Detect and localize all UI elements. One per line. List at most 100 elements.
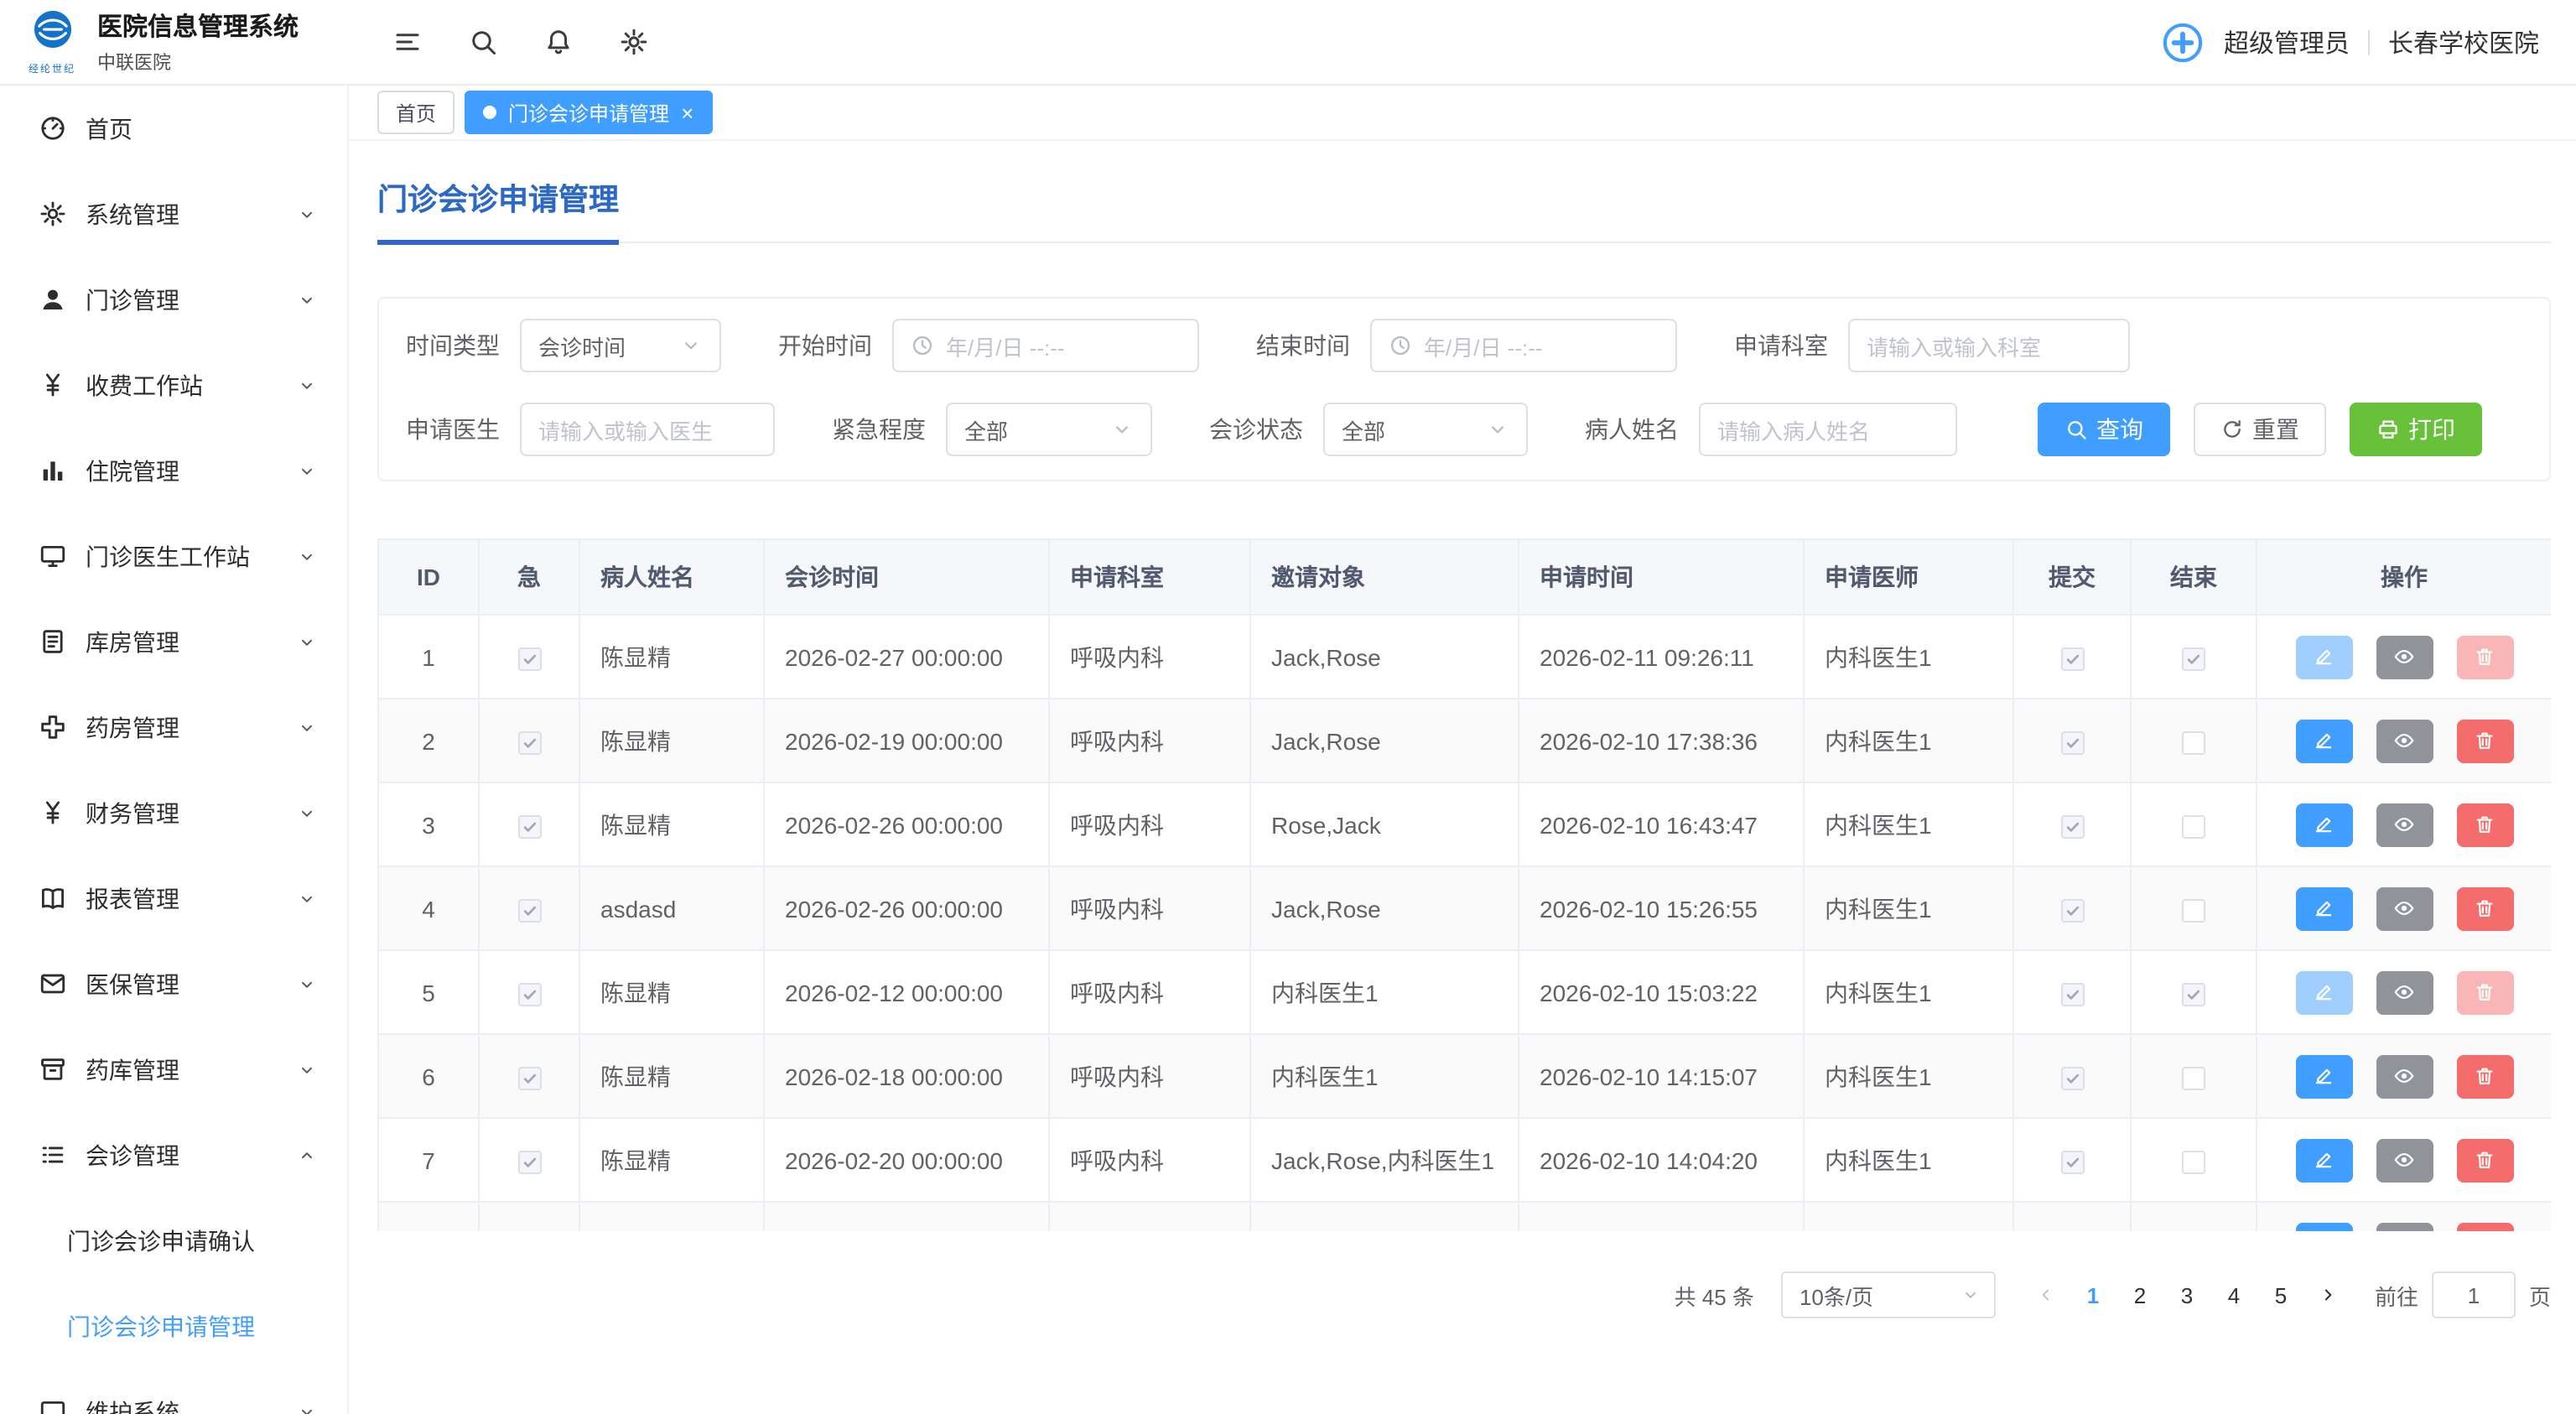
page-number-button[interactable]: 5 [2257, 1271, 2304, 1318]
tab-home[interactable]: 首页 [377, 91, 454, 134]
monitor-icon [39, 542, 67, 570]
check-icon [521, 734, 538, 751]
delete-button[interactable] [2456, 1138, 2513, 1182]
delete-button[interactable] [2456, 886, 2513, 930]
filter-select[interactable]: 全部 [1323, 403, 1528, 456]
sidebar-item[interactable]: 首页 [0, 86, 347, 171]
sidebar-subitem[interactable]: 门诊会诊申请管理 [0, 1283, 347, 1369]
filter-select[interactable]: 全部 [946, 403, 1152, 456]
edit-button[interactable] [2295, 886, 2352, 930]
view-button[interactable] [2376, 1054, 2433, 1098]
table-cell: 呼吸内科 [1049, 1034, 1250, 1118]
sidebar-item[interactable]: 会诊管理 [0, 1112, 347, 1198]
sidebar-item[interactable]: 药房管理 [0, 684, 347, 770]
menu-icon[interactable] [392, 27, 423, 57]
filter-field: 开始时间 年/月/日 --:-- [778, 319, 1199, 372]
table-cell: Jack,Rose,内科医生1 [1250, 1118, 1519, 1202]
sidebar-item[interactable]: 维护系统 [0, 1369, 347, 1414]
edit-button[interactable] [2295, 1054, 2352, 1098]
text-input[interactable]: 请输入病人姓名 [1699, 403, 1957, 456]
settings-icon[interactable] [619, 27, 649, 57]
trash-icon [2474, 897, 2496, 919]
sidebar-item[interactable]: 收费工作站 [0, 342, 347, 428]
printer-icon [2376, 418, 2400, 441]
page-number-button[interactable]: 4 [2210, 1271, 2257, 1318]
input-placeholder: 请输入或输入医生 [538, 413, 756, 445]
close-icon[interactable]: × [681, 101, 693, 123]
text-input[interactable]: 请输入或输入医生 [520, 403, 775, 456]
view-button[interactable] [2376, 803, 2433, 846]
sidebar-item[interactable]: 财务管理 [0, 770, 347, 855]
delete-button[interactable] [2456, 1222, 2513, 1231]
table-cell [479, 1202, 579, 1231]
table-cell: 2026-02-10 16:43:47 [1519, 782, 1804, 866]
sidebar-item[interactable]: 系统管理 [0, 171, 347, 257]
page-number-button[interactable]: 3 [2163, 1271, 2210, 1318]
filter-label: 会诊状态 [1209, 413, 1303, 446]
chevron-right-icon [2318, 1285, 2338, 1305]
chevron-down-icon [679, 334, 703, 357]
sidebar-item[interactable]: 门诊医生工作站 [0, 513, 347, 599]
sidebar-item[interactable]: 库房管理 [0, 599, 347, 684]
filter-row-1: 时间类型会诊时间开始时间年/月/日 --:--结束时间年/月/日 --:--申请… [406, 319, 2522, 372]
table-cell: Jack,Rose [1250, 866, 1519, 950]
text-input[interactable]: 请输入或输入科室 [1848, 319, 2130, 372]
filter-select[interactable]: 会诊时间 [520, 319, 721, 372]
prev-page-button[interactable] [2023, 1271, 2070, 1318]
select-value: 全部 [1342, 413, 1476, 445]
button-label: 重置 [2252, 413, 2299, 446]
page-content: 门诊会诊申请管理 时间类型会诊时间开始时间年/月/日 --:--结束时间年/月/… [349, 141, 2576, 1318]
reset-button[interactable]: 重置 [2194, 403, 2326, 456]
table-cell [579, 1202, 764, 1231]
delete-button[interactable] [2456, 1054, 2513, 1098]
view-button[interactable] [2376, 1138, 2433, 1182]
filter-label: 结束时间 [1256, 329, 1350, 362]
table-cell: 2026-02-18 00:00:00 [764, 1034, 1049, 1118]
table-cell: 2026-02-19 00:00:00 [764, 699, 1049, 782]
view-button[interactable] [2376, 719, 2433, 762]
table-cell [2013, 866, 2131, 950]
tab-consultation-management[interactable]: 门诊会诊申请管理 × [465, 91, 712, 134]
page-number-button[interactable]: 1 [2070, 1271, 2116, 1318]
chevron-down-icon [297, 888, 317, 908]
sidebar-subitem[interactable]: 门诊会诊申请确认 [0, 1198, 347, 1283]
print-button[interactable]: 打印 [2350, 403, 2482, 456]
view-button[interactable] [2376, 886, 2433, 930]
goto-page-input[interactable]: 1 [2432, 1271, 2516, 1318]
view-button[interactable] [2376, 970, 2433, 1014]
table-row: 1陈显精2026-02-27 00:00:00呼吸内科Jack,Rose2026… [378, 615, 2551, 699]
table-cell: 6 [378, 1034, 479, 1118]
table-cell: 呼吸内科 [1049, 950, 1250, 1034]
edit-button[interactable] [2295, 803, 2352, 846]
page-size-select[interactable]: 10条/页 [1781, 1271, 1996, 1318]
edit-button[interactable] [2295, 719, 2352, 762]
finished-checkbox [2182, 1150, 2205, 1173]
sidebar-item[interactable]: 医保管理 [0, 941, 347, 1027]
sidebar-item[interactable]: 报表管理 [0, 855, 347, 941]
next-page-button[interactable] [2304, 1271, 2351, 1318]
page-number-button[interactable]: 2 [2116, 1271, 2163, 1318]
date-input[interactable]: 年/月/日 --:-- [1370, 319, 1677, 372]
hospital-logo-icon [31, 8, 73, 50]
user-role[interactable]: 超级管理员 [2224, 24, 2350, 60]
check-icon [521, 985, 538, 1002]
date-placeholder: 年/月/日 --:-- [946, 330, 1181, 361]
view-button[interactable] [2376, 635, 2433, 678]
table-cell: 内科医生1 [1804, 1118, 2013, 1202]
sidebar-item[interactable]: 住院管理 [0, 428, 347, 513]
search-icon[interactable] [468, 27, 498, 57]
edit-button[interactable] [2295, 1222, 2352, 1231]
delete-button[interactable] [2456, 803, 2513, 846]
urgent-checkbox [517, 647, 541, 670]
query-button[interactable]: 查询 [2038, 403, 2170, 456]
delete-button[interactable] [2456, 719, 2513, 762]
user-avatar-icon[interactable] [2160, 19, 2205, 65]
filter-label: 开始时间 [778, 329, 872, 362]
finished-checkbox [2182, 1066, 2205, 1089]
edit-button[interactable] [2295, 1138, 2352, 1182]
sidebar-item[interactable]: 门诊管理 [0, 257, 347, 342]
sidebar-item[interactable]: 药库管理 [0, 1027, 347, 1112]
date-input[interactable]: 年/月/日 --:-- [892, 319, 1199, 372]
view-button[interactable] [2376, 1222, 2433, 1231]
bell-icon[interactable] [543, 27, 574, 57]
